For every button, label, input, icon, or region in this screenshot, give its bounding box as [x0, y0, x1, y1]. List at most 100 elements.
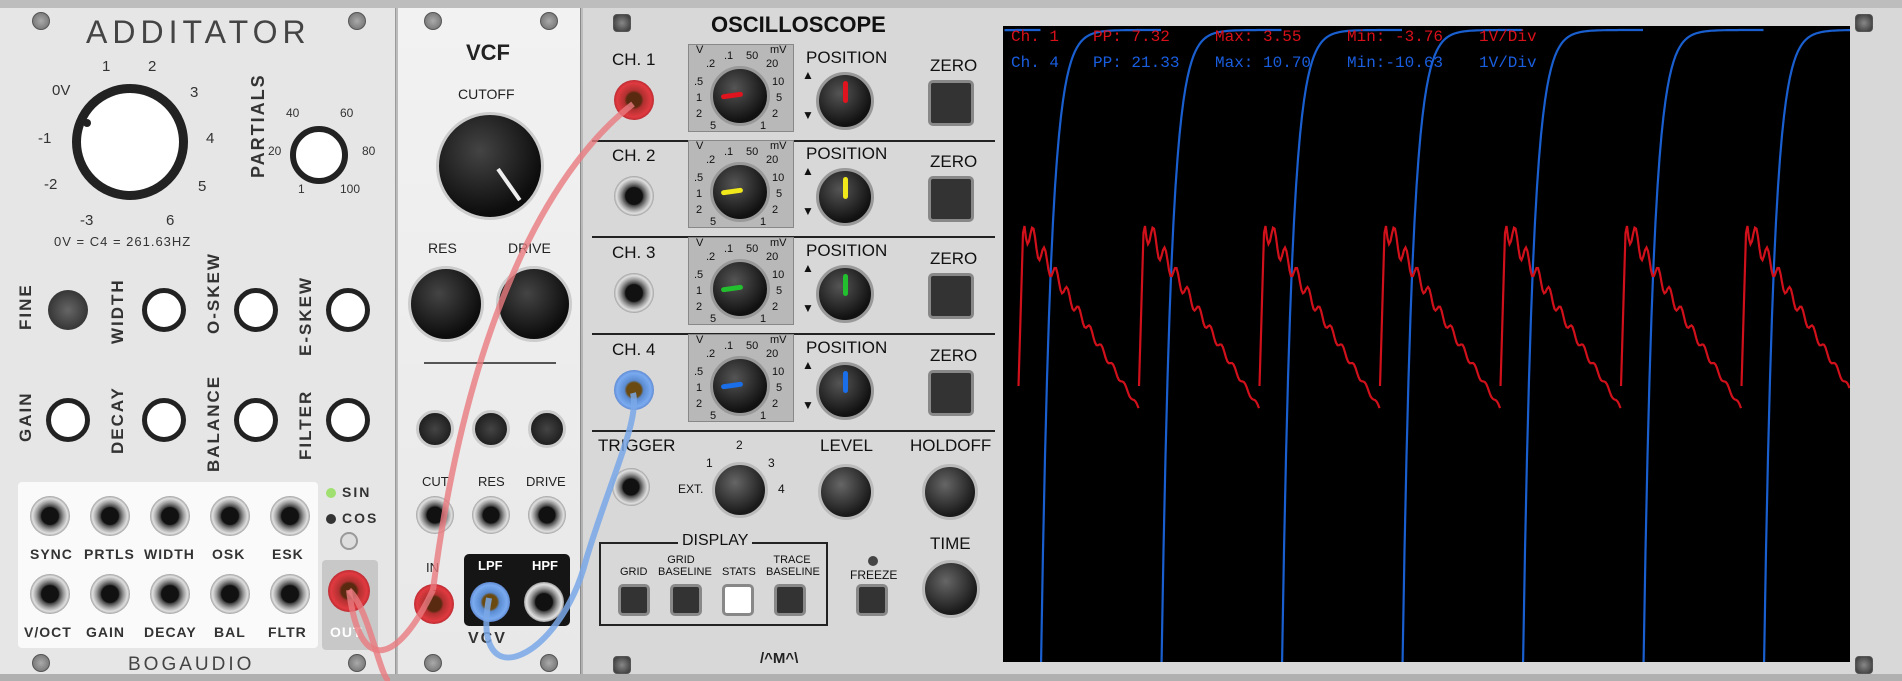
res-knob[interactable] — [408, 266, 484, 342]
freeze-button[interactable] — [856, 584, 888, 616]
jack-label: FLTR — [268, 624, 307, 640]
position-knob[interactable] — [816, 362, 874, 420]
balance-jack[interactable] — [210, 574, 250, 614]
width-label: WIDTH — [108, 278, 127, 344]
sync-jack[interactable] — [30, 496, 70, 536]
level-knob[interactable] — [818, 464, 874, 520]
cutoff-knob[interactable] — [436, 112, 544, 220]
scale-knob[interactable] — [710, 259, 770, 319]
channel-input-jack[interactable] — [614, 80, 654, 120]
scale-knob[interactable] — [710, 356, 770, 416]
lpf-jack[interactable] — [470, 582, 510, 622]
scale-label: .2 — [706, 251, 716, 263]
balance-knob[interactable] — [234, 398, 278, 442]
tick-label: 2 — [736, 438, 743, 452]
width-knob[interactable] — [142, 288, 186, 332]
freq-label: 2 — [148, 58, 157, 75]
holdoff-knob[interactable] — [922, 464, 978, 520]
eskew-jack[interactable] — [270, 496, 310, 536]
scale-label: .2 — [706, 154, 716, 166]
position-knob[interactable] — [816, 168, 874, 226]
phase-button[interactable] — [340, 532, 358, 550]
position-knob[interactable] — [816, 265, 874, 323]
res-cv-knob[interactable] — [472, 410, 510, 448]
width-jack[interactable] — [150, 496, 190, 536]
drive-knob[interactable] — [496, 266, 572, 342]
out-jack[interactable] — [328, 570, 370, 612]
tick-label: 60 — [340, 106, 354, 120]
oskew-jack[interactable] — [210, 496, 250, 536]
decay-jack[interactable] — [150, 574, 190, 614]
scale-label: 1 — [696, 382, 703, 394]
screw-icon — [1855, 14, 1873, 32]
screw-icon — [32, 654, 50, 672]
zero-button[interactable] — [928, 176, 974, 222]
res-cv-jack[interactable] — [472, 496, 510, 534]
channel-input-jack[interactable] — [614, 176, 654, 216]
trigger-source-knob[interactable] — [712, 462, 768, 518]
filter-knob[interactable] — [326, 398, 370, 442]
channel-input-jack[interactable] — [614, 370, 654, 410]
jack-label: DECAY — [144, 624, 197, 640]
screw-icon — [540, 12, 558, 30]
up-arrow-icon: ▲ — [802, 68, 814, 82]
scale-label: 1 — [760, 313, 767, 325]
res-label: RES — [428, 240, 457, 256]
scale-knob[interactable] — [710, 66, 770, 126]
tick-label: 40 — [286, 106, 300, 120]
position-label: POSITION — [806, 48, 888, 67]
scale-label: 20 — [766, 58, 779, 70]
gain-knob[interactable] — [46, 398, 90, 442]
oskew-knob[interactable] — [234, 288, 278, 332]
stats-button[interactable] — [722, 584, 754, 616]
drive-cv-jack[interactable] — [528, 496, 566, 534]
grid-baseline-button[interactable] — [670, 584, 702, 616]
zero-button[interactable] — [928, 273, 974, 319]
scope-screen: Ch. 1 PP: 7.32 Max: 3.55 Min: -3.76 1V/Div Ch… — [1003, 26, 1850, 662]
trigger-jack[interactable] — [612, 468, 650, 506]
screw-icon — [348, 654, 366, 672]
filter-jack[interactable] — [270, 574, 310, 614]
channel-input-jack[interactable] — [614, 273, 654, 313]
frequency-knob[interactable] — [72, 84, 188, 200]
scale-label: 1 — [760, 120, 767, 132]
hpf-jack[interactable] — [524, 582, 564, 622]
scale-label: 50 — [746, 146, 759, 158]
drive-cv-knob[interactable] — [528, 410, 566, 448]
partials-knob[interactable] — [290, 126, 348, 184]
scale-label: 5 — [710, 120, 717, 132]
scale-label: 10 — [772, 172, 785, 184]
cut-cv-jack[interactable] — [416, 496, 454, 534]
scale-label: 2 — [772, 301, 779, 313]
time-knob[interactable] — [922, 560, 980, 618]
scale-label: .2 — [706, 348, 716, 360]
grid-label: GRID — [620, 566, 648, 578]
down-arrow-icon: ▼ — [802, 301, 814, 315]
oskew-label: O-SKEW — [204, 252, 223, 334]
zero-button[interactable] — [928, 370, 974, 416]
ch1-trace — [1017, 225, 1850, 409]
cos-led-icon — [326, 514, 336, 524]
voct-jack[interactable] — [30, 574, 70, 614]
gain-jack[interactable] — [90, 574, 130, 614]
sin-label: SIN — [342, 484, 372, 500]
position-label: POSITION — [806, 144, 888, 163]
partials-jack[interactable] — [90, 496, 130, 536]
position-knob[interactable] — [816, 72, 874, 130]
scale-label: 2 — [772, 204, 779, 216]
in-jack[interactable] — [414, 584, 454, 624]
fine-knob[interactable] — [48, 290, 88, 330]
stats-label: STATS — [722, 566, 756, 578]
grid-button[interactable] — [618, 584, 650, 616]
cos-label: COS — [342, 510, 379, 526]
zero-button[interactable] — [928, 80, 974, 126]
cut-cv-knob[interactable] — [416, 410, 454, 448]
ch4-trace — [1004, 28, 1850, 662]
trace-baseline-button[interactable] — [774, 584, 806, 616]
scale-label: 50 — [746, 50, 759, 62]
scale-label: V — [696, 140, 704, 152]
scale-knob[interactable] — [710, 162, 770, 222]
decay-knob[interactable] — [142, 398, 186, 442]
sin-led-icon — [326, 488, 336, 498]
eskew-knob[interactable] — [326, 288, 370, 332]
